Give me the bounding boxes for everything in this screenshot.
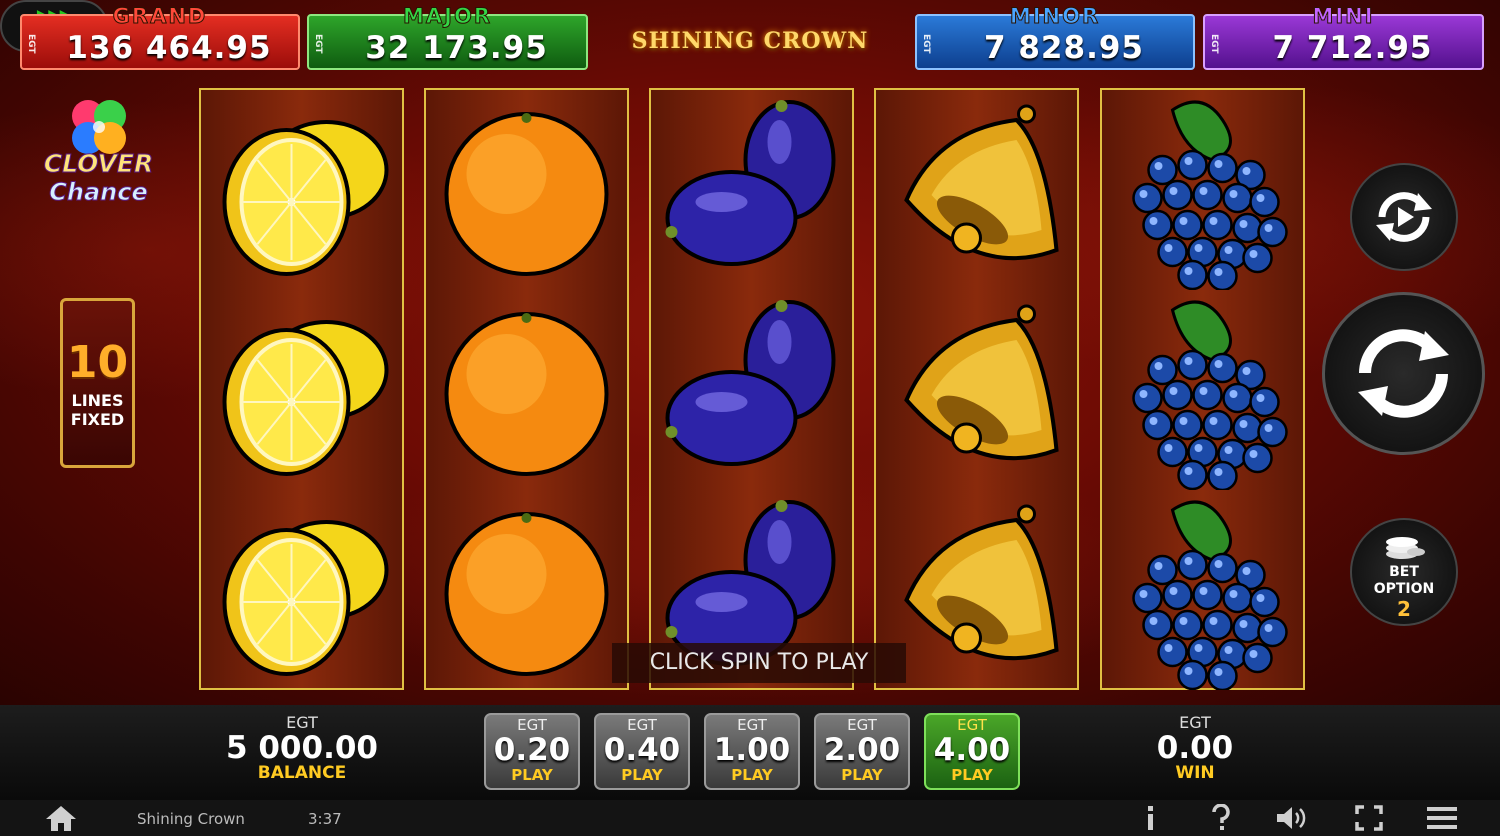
menu-icon[interactable] xyxy=(1425,804,1459,832)
lemon-icon xyxy=(201,290,402,490)
lines-label-2: FIXED xyxy=(70,410,125,429)
bet-amount: 0.20 xyxy=(493,732,571,768)
bet-amount: 0.40 xyxy=(603,732,681,768)
bell-icon xyxy=(876,490,1077,690)
lemon-icon xyxy=(201,490,402,690)
bet-option-label-2: OPTION xyxy=(1373,581,1435,597)
jackpot-grand-label: GRAND xyxy=(112,4,208,29)
reel-4 xyxy=(874,88,1079,690)
lemon-icon xyxy=(201,90,402,290)
jackpot-major: EGT MAJOR 32 173.95 xyxy=(307,4,588,70)
bet-play-label: PLAY xyxy=(951,766,993,784)
bet-button-5[interactable]: EGT 4.00 PLAY xyxy=(924,713,1020,790)
lines-number: 10 xyxy=(66,337,129,388)
jackpot-mini-value: 7 712.95 xyxy=(1272,30,1433,66)
bet-button-1[interactable]: EGT 0.20 PLAY xyxy=(484,713,580,790)
spin-hint: CLICK SPIN TO PLAY xyxy=(612,643,906,683)
clover-chance-logo: CLOVER Chance xyxy=(36,96,161,216)
orange-icon xyxy=(426,490,627,690)
bet-amount: 2.00 xyxy=(823,732,901,768)
spin-icon xyxy=(1358,329,1449,418)
jackpot-major-label: MAJOR xyxy=(403,4,492,29)
lines-fixed-panel: 10 LINES FIXED xyxy=(60,298,135,468)
reel-1 xyxy=(199,88,404,690)
jackpot-grand-value: 136 464.95 xyxy=(66,30,272,66)
grapes-icon xyxy=(1102,90,1303,292)
win-value: 0.00 xyxy=(1156,730,1234,766)
logo-line-1: CLOVER xyxy=(43,149,154,178)
footer-game-title: Shining Crown xyxy=(137,810,245,828)
bell-icon xyxy=(876,290,1077,490)
jackpot-grand: EGT GRAND 136 464.95 xyxy=(20,4,300,70)
bet-play-label: PLAY xyxy=(621,766,663,784)
reel-2 xyxy=(424,88,629,690)
lines-label-1: LINES xyxy=(71,391,124,410)
autoplay-icon xyxy=(1376,192,1432,242)
bet-play-label: PLAY xyxy=(731,766,773,784)
reel-5 xyxy=(1100,88,1305,692)
jackpot-mini-label: MINI xyxy=(1312,4,1375,29)
sound-icon[interactable] xyxy=(1274,804,1310,832)
orange-icon xyxy=(426,90,627,290)
grapes-icon xyxy=(1102,290,1303,492)
bell-icon xyxy=(876,90,1077,290)
game-stage: EGT GRAND 136 464.95 EGT MAJOR 32 173.95… xyxy=(0,0,1500,705)
bet-option-value: 2 xyxy=(1397,597,1411,621)
spin-button[interactable] xyxy=(1322,292,1485,455)
home-icon[interactable] xyxy=(44,804,78,832)
autoplay-button[interactable] xyxy=(1350,163,1458,271)
bet-play-label: PLAY xyxy=(841,766,883,784)
balance-label: BALANCE xyxy=(257,763,347,783)
logo-line-2: Chance xyxy=(49,178,148,207)
reel-3 xyxy=(649,88,854,690)
orange-icon xyxy=(426,290,627,490)
bet-option-label-1: BET xyxy=(1389,564,1419,580)
bet-play-label: PLAY xyxy=(511,766,553,784)
coins-icon xyxy=(1352,532,1456,564)
plum-icon xyxy=(651,90,852,290)
balance-value: 5 000.00 xyxy=(226,730,378,766)
info-icon[interactable] xyxy=(1142,804,1158,832)
footer-bar: Shining Crown 3:37 xyxy=(0,800,1500,836)
bet-button-4[interactable]: EGT 2.00 PLAY xyxy=(814,713,910,790)
balance-display: EGT 5 000.00 BALANCE xyxy=(222,713,382,782)
bet-amount: 1.00 xyxy=(713,732,791,768)
jackpot-major-value: 32 173.95 xyxy=(365,30,548,66)
bet-amount: 4.00 xyxy=(933,732,1011,768)
grapes-icon xyxy=(1102,490,1303,692)
win-label: WIN xyxy=(1175,763,1215,783)
game-title: SHINING CROWN xyxy=(631,28,869,54)
jackpot-minor-label: MINOR xyxy=(1009,4,1101,29)
plum-icon xyxy=(651,290,852,490)
bet-button-2[interactable]: EGT 0.40 PLAY xyxy=(594,713,690,790)
help-icon[interactable] xyxy=(1210,804,1232,832)
jackpot-minor-value: 7 828.95 xyxy=(984,30,1144,66)
bet-button-3[interactable]: EGT 1.00 PLAY xyxy=(704,713,800,790)
jackpot-minor: EGT MINOR 7 828.95 xyxy=(915,4,1195,70)
fullscreen-icon[interactable] xyxy=(1354,804,1384,832)
bet-option-button[interactable]: BET OPTION 2 xyxy=(1350,518,1458,626)
jackpot-mini: EGT MINI 7 712.95 xyxy=(1203,4,1484,70)
win-display: EGT 0.00 WIN xyxy=(1140,713,1250,782)
footer-clock: 3:37 xyxy=(308,810,342,828)
